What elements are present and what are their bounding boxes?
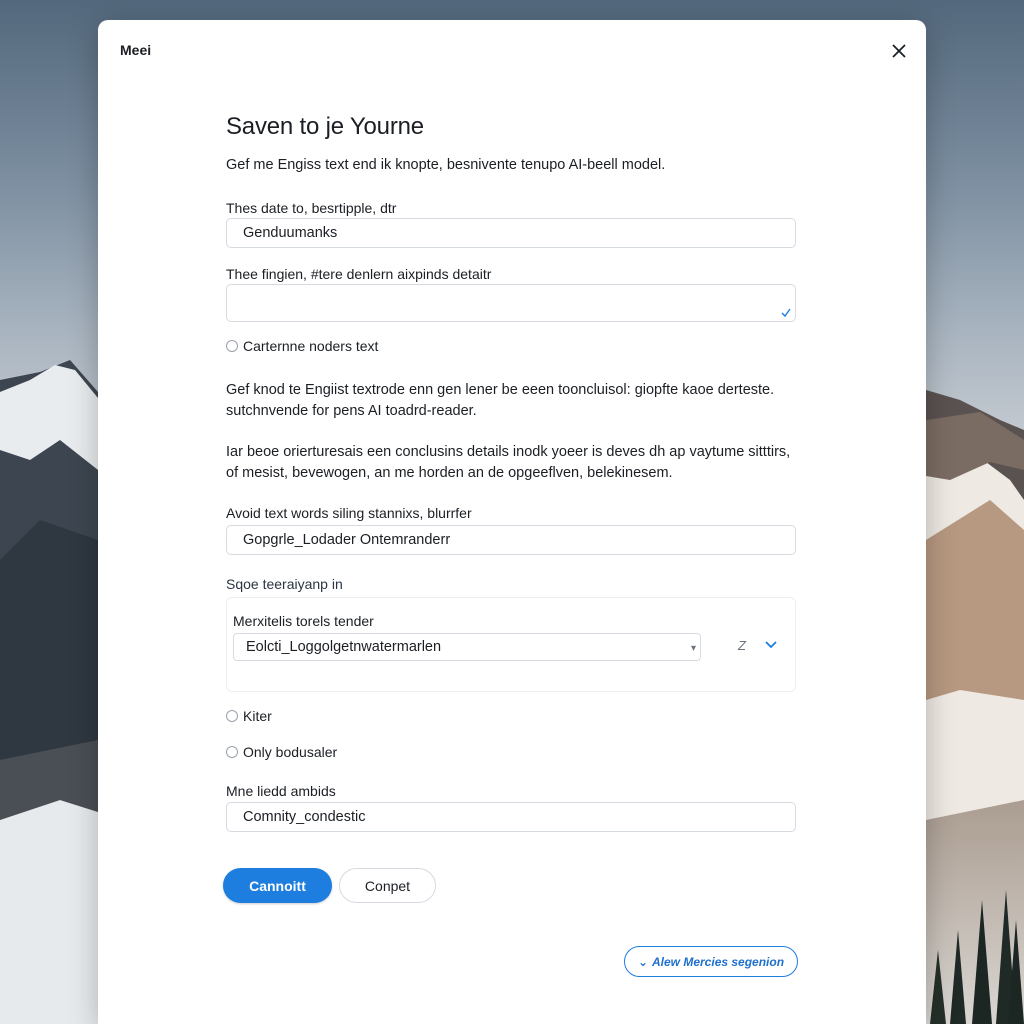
- radio-option-3[interactable]: Only bodusaler: [226, 744, 337, 760]
- para2-line1: Iar beoe orierturesais een conclusins de…: [226, 444, 791, 460]
- secondary-button[interactable]: Conpet: [339, 868, 436, 903]
- select-caret-icon: ▾: [690, 643, 696, 654]
- check-icon[interactable]: [765, 640, 777, 649]
- field3-label: Avoid text words siling stannixs, blurrf…: [226, 505, 472, 521]
- description-paragraph-2: Iar beoe orierturesais een conclusins de…: [226, 442, 798, 484]
- field1-label: Thes date to, besrtipple, dtr: [226, 200, 397, 216]
- outline-button-label: Alew Mercies segenion: [652, 954, 785, 969]
- close-button[interactable]: [888, 40, 910, 62]
- primary-button[interactable]: Cannoitt: [223, 868, 332, 903]
- field2-label: Thee fingien, #tere denlern aixpinds det…: [226, 266, 492, 282]
- page-title: Saven to je Yourne: [226, 113, 424, 140]
- dialog-title: Meei: [120, 42, 152, 58]
- para1-line1: Gef knod te Engiist textrode enn gen len…: [226, 382, 775, 398]
- field3-input[interactable]: Gopgrle_Lodader Ontemranderr: [226, 525, 796, 555]
- field4-label: Mne liedd ambids: [226, 783, 336, 799]
- radio-option-2-label: Kiter: [243, 708, 272, 724]
- radio-option-1[interactable]: Carternne noders text: [226, 338, 378, 354]
- field2-textarea[interactable]: [226, 284, 796, 322]
- group-select-value: Eolcti_Loggolgetnwatermarlen: [246, 639, 442, 655]
- description-paragraph-1: Gef knod te Engiist textrode enn gen len…: [226, 380, 798, 422]
- settings-group: Merxitelis torels tender Eolcti_Loggolge…: [226, 597, 796, 692]
- field4-input[interactable]: Comnity_condestic: [226, 802, 796, 832]
- chevron-down-icon: ⌄: [637, 954, 648, 969]
- radio-option-1-label: Carternne noders text: [243, 338, 379, 354]
- aux-glyph-icon[interactable]: Z: [738, 638, 746, 653]
- outline-button[interactable]: ⌄ Alew Mercies segenion: [624, 946, 798, 977]
- para2-line2: of mesist, bevewogen, an me horden an de…: [226, 465, 673, 481]
- field1-input[interactable]: Genduumanks: [226, 218, 796, 248]
- lead-text: Gef me Engiss text end ik knopte, besniv…: [226, 157, 666, 173]
- dialog: Meei Saven to je Yourne Gef me Engiss te…: [98, 20, 926, 1024]
- radio-circle: [226, 746, 238, 758]
- group-select[interactable]: Eolcti_Loggolgetnwatermarlen ▾: [233, 633, 701, 661]
- resize-check-icon: [781, 308, 791, 318]
- group-label: Merxitelis torels tender: [233, 613, 374, 629]
- radio-option-2[interactable]: Kiter: [226, 708, 272, 724]
- para1-line2: sutchnvende for pens AI toadrd-reader.: [226, 403, 477, 419]
- close-icon: [892, 44, 906, 58]
- radio-circle: [226, 710, 238, 722]
- radio-option-3-label: Only bodusaler: [243, 744, 338, 760]
- section-label: Sqoe teeraiyanp in: [226, 576, 343, 592]
- radio-circle: [226, 340, 238, 352]
